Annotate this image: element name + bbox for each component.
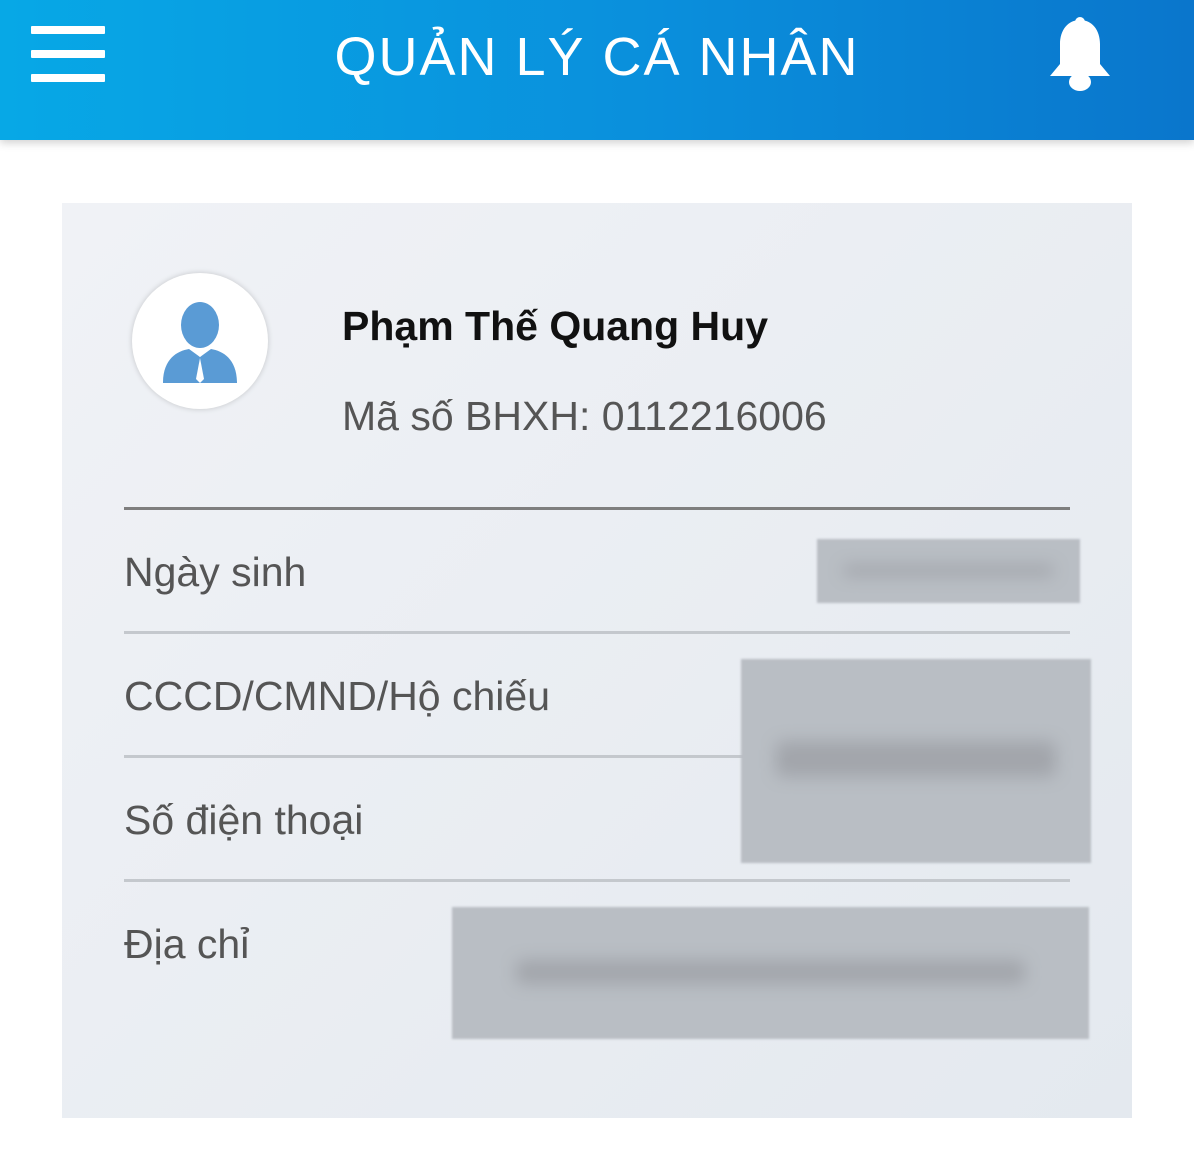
divider [124,631,1070,634]
dob-label: Ngày sinh [124,549,307,595]
bhxh-number: Mã số BHXH: 0112216006 [342,393,827,439]
page-title: QUẢN LÝ CÁ NHÂN [334,27,860,87]
address-value-redacted [452,907,1089,1039]
divider [124,507,1070,510]
avatar [132,273,268,409]
address-label: Địa chỉ [124,921,250,967]
notification-button[interactable] [1040,14,1120,96]
profile-card: Phạm Thế Quang Huy Mã số BHXH: 011221600… [62,203,1132,1118]
user-name: Phạm Thế Quang Huy [342,303,768,349]
user-avatar-icon [163,302,237,383]
id-phone-value-redacted [741,659,1091,863]
app-header: QUẢN LÝ CÁ NHÂN [0,0,1194,140]
bell-icon [1050,17,1110,91]
id-label: CCCD/CMND/Hộ chiếu [124,673,551,719]
phone-label: Số điện thoại [124,797,364,843]
divider [124,879,1070,882]
dob-value-redacted [817,539,1080,603]
